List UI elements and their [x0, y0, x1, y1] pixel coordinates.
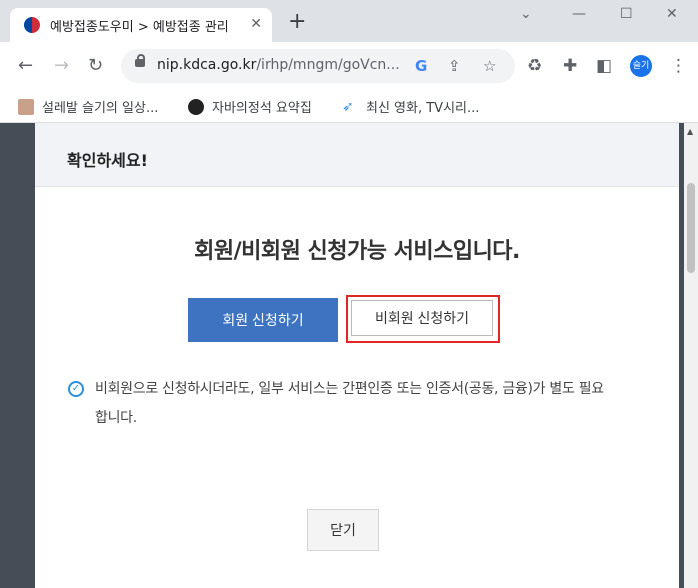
check-chat-icon: ✓ [68, 381, 84, 397]
extensions-puzzle-icon[interactable]: ✚ [563, 56, 577, 76]
github-icon [188, 98, 204, 115]
menu-kebab-icon[interactable]: ⋮ [670, 56, 687, 76]
page-scrollbar[interactable]: ▲ [684, 123, 698, 588]
bookmark-label: 최신 영화, TV시리... [366, 101, 480, 116]
highlight-box: 비회원 신청하기 [346, 295, 500, 343]
maximize-icon[interactable]: ☐ [620, 6, 633, 22]
lock-icon [135, 54, 145, 67]
blog-thumbnail-icon [18, 98, 34, 115]
browser-toolbar: ← → ↻ nip.kdca.go.kr/irhp/mngm/goVcn... … [0, 42, 698, 92]
member-apply-button[interactable]: 회원 신청하기 [188, 298, 338, 342]
browser-titlebar: 예방접종도우미 > 예방접종 관리 ✕ + ⌄ — ☐ ✕ [0, 0, 698, 42]
minimize-icon[interactable]: — [572, 6, 586, 22]
back-icon[interactable]: ← [18, 56, 33, 76]
close-button[interactable]: 닫기 [307, 509, 379, 551]
forward-icon[interactable]: → [54, 56, 69, 76]
google-icon[interactable]: G [415, 57, 427, 75]
bird-icon: ➶ [342, 98, 354, 115]
share-icon[interactable]: ⇪ [448, 57, 461, 75]
nonmember-apply-button[interactable]: 비회원 신청하기 [351, 300, 493, 336]
modal-message: 회원/비회원 신청가능 서비스입니다. [194, 239, 520, 264]
bookmark-item[interactable]: 자바의정석 요약집 [188, 97, 312, 116]
bookmark-label: 자바의정석 요약집 [212, 101, 312, 116]
scrollbar-thumb[interactable] [687, 183, 695, 273]
new-tab-icon[interactable]: + [288, 11, 306, 33]
scroll-up-icon[interactable]: ▲ [687, 127, 693, 136]
tab-search-chevron-icon[interactable]: ⌄ [520, 6, 532, 22]
bookmark-label: 설레발 슬기의 일상... [42, 101, 159, 116]
browser-tab[interactable]: 예방접종도우미 > 예방접종 관리 ✕ [10, 8, 272, 42]
address-bar[interactable]: nip.kdca.go.kr/irhp/mngm/goVcn... G ⇪ ☆ [121, 49, 515, 83]
tab-title: 예방접종도우미 > 예방접종 관리 [50, 19, 229, 35]
url-text: nip.kdca.go.kr/irhp/mngm/goVcn... [157, 57, 400, 73]
bookmark-item[interactable]: ➶ 최신 영화, TV시리... [342, 97, 480, 117]
confirm-modal: 확인하세요! 회원/비회원 신청가능 서비스입니다. 회원 신청하기 비회원 신… [35, 123, 679, 588]
modal-title: 확인하세요! [67, 151, 148, 170]
profile-avatar[interactable]: 슬기 [630, 55, 652, 77]
bookmarks-bar: 설레발 슬기의 일상... 자바의정석 요약집 ➶ 최신 영화, TV시리... [0, 92, 698, 123]
bookmark-item[interactable]: 설레발 슬기의 일상... [18, 97, 158, 116]
close-window-icon[interactable]: ✕ [666, 6, 678, 22]
kdca-favicon-icon [24, 17, 40, 33]
reload-icon[interactable]: ↻ [88, 56, 103, 76]
side-panel-icon[interactable]: ◧ [596, 56, 612, 76]
bookmark-star-icon[interactable]: ☆ [483, 57, 496, 75]
tab-close-icon[interactable]: ✕ [250, 16, 262, 32]
recycle-extension-icon[interactable]: ♻ [527, 56, 542, 76]
notice-text: 비회원으로 신청하시더라도, 일부 서비스는 간편인증 또는 인증서(공동, 금… [95, 381, 604, 426]
